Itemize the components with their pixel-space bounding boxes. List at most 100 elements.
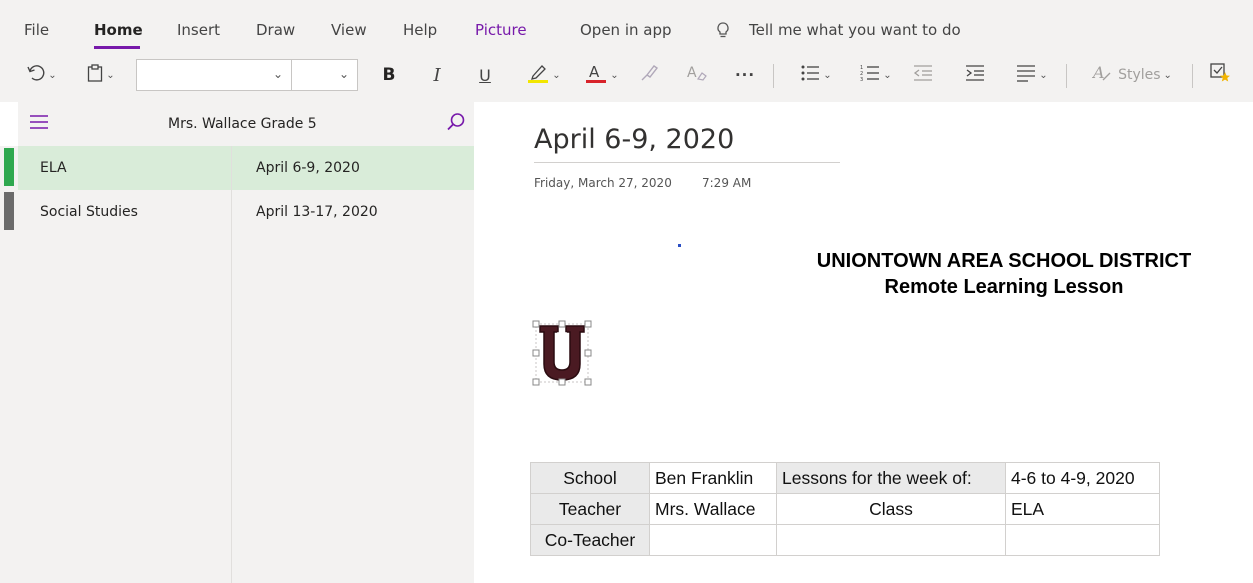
sections-list: ELA Social Studies <box>18 146 232 583</box>
active-tab-indicator <box>94 46 140 49</box>
table-cell[interactable]: Class <box>776 493 1006 525</box>
styles-button[interactable]: A Styles ⌄ <box>1080 62 1184 88</box>
toolbar-divider <box>773 64 774 88</box>
chevron-down-icon: ⌄ <box>1039 69 1048 81</box>
table-row: Teacher Mrs. Wallace Class ELA <box>530 493 1160 525</box>
svg-text:A: A <box>687 65 697 81</box>
lesson-subtitle: Remote Learning Lesson <box>884 276 1124 298</box>
title-underline <box>534 162 840 163</box>
page-time: 7:29 AM <box>702 176 752 190</box>
lesson-info-table: School Ben Franklin Lessons for the week… <box>530 462 1160 556</box>
chevron-down-icon: ⌄ <box>48 69 57 81</box>
tab-view[interactable]: View <box>331 21 367 39</box>
table-cell[interactable] <box>1005 524 1160 556</box>
more-options-button[interactable]: ··· <box>730 62 760 88</box>
section-social-studies[interactable]: Social Studies <box>18 190 231 234</box>
document-heading[interactable]: UNIONTOWN AREA SCHOOL DISTRICT Remote Le… <box>760 248 1248 300</box>
section-label: Social Studies <box>40 204 138 220</box>
bold-button[interactable]: B <box>376 62 402 88</box>
table-cell[interactable]: Co-Teacher <box>530 524 650 556</box>
table-cell[interactable]: Mrs. Wallace <box>649 493 777 525</box>
chevron-down-icon: ⌄ <box>338 67 349 81</box>
tag-star-icon <box>1210 63 1232 87</box>
chevron-down-icon: ⌄ <box>106 69 115 81</box>
school-logo-image[interactable] <box>532 320 592 386</box>
font-size-select[interactable]: ⌄ <box>292 59 358 91</box>
hamburger-menu-icon[interactable] <box>30 114 48 133</box>
section-color-ela <box>4 148 14 186</box>
open-in-app-button[interactable]: Open in app <box>580 21 672 39</box>
align-left-icon <box>1016 64 1036 86</box>
tab-draw[interactable]: Draw <box>256 21 295 39</box>
tab-help[interactable]: Help <box>403 21 437 39</box>
paste-button[interactable]: ⌄ <box>78 62 124 88</box>
undo-button[interactable]: ⌄ <box>20 62 64 88</box>
tab-picture[interactable]: Picture <box>475 21 527 39</box>
tab-file[interactable]: File <box>24 21 49 39</box>
bullet-list-icon <box>800 64 820 86</box>
section-label: ELA <box>40 160 67 176</box>
page-label: April 6-9, 2020 <box>256 160 360 176</box>
align-button[interactable]: ⌄ <box>1008 62 1056 88</box>
bullets-button[interactable]: ⌄ <box>792 62 840 88</box>
toolbar-divider <box>1192 64 1193 88</box>
lightbulb-icon <box>716 22 730 44</box>
page-title[interactable]: April 6-9, 2020 <box>534 124 734 155</box>
undo-icon <box>27 65 45 85</box>
page-april-13-17[interactable]: April 13-17, 2020 <box>232 190 474 234</box>
table-cell[interactable]: 4-6 to 4-9, 2020 <box>1005 462 1160 494</box>
district-name: UNIONTOWN AREA SCHOOL DISTRICT <box>816 250 1192 272</box>
svg-text:3: 3 <box>860 77 863 82</box>
table-cell[interactable]: Ben Franklin <box>649 462 777 494</box>
svg-text:A: A <box>589 63 600 81</box>
numbered-list-icon: 123 <box>860 64 880 86</box>
styles-icon: A <box>1091 63 1112 87</box>
pages-list: April 6-9, 2020 April 13-17, 2020 <box>232 146 474 583</box>
italic-button[interactable]: I <box>424 62 450 88</box>
tab-insert[interactable]: Insert <box>177 21 220 39</box>
search-icon[interactable] <box>446 112 466 136</box>
table-cell[interactable]: ELA <box>1005 493 1160 525</box>
increase-indent-button[interactable] <box>962 62 988 88</box>
section-ela[interactable]: ELA <box>18 146 231 190</box>
format-painter-button[interactable] <box>636 62 662 88</box>
table-cell[interactable] <box>776 524 1006 556</box>
cursor-dot <box>678 244 681 247</box>
chevron-down-icon: ⌄ <box>883 69 892 81</box>
decrease-indent-button[interactable] <box>910 62 936 88</box>
font-color-icon: A <box>585 62 607 88</box>
section-color-social-studies <box>4 192 14 230</box>
styles-label: Styles <box>1118 67 1161 83</box>
page-label: April 13-17, 2020 <box>256 204 378 220</box>
page-april-6-9[interactable]: April 6-9, 2020 <box>232 146 474 190</box>
underline-button[interactable]: U <box>472 62 498 88</box>
svg-text:A: A <box>1092 63 1105 82</box>
navigation-header: Mrs. Wallace Grade 5 <box>18 102 474 146</box>
notebook-title[interactable]: Mrs. Wallace Grade 5 <box>168 116 317 132</box>
table-row: School Ben Franklin Lessons for the week… <box>530 462 1160 494</box>
table-row: Co-Teacher <box>530 524 1160 556</box>
chevron-down-icon: ⌄ <box>272 67 283 81</box>
decrease-indent-icon <box>913 64 933 86</box>
ribbon-toolbar: ⌄ ⌄ ⌄ ⌄ B I U ⌄ A ⌄ A ··· ⌄ 1 2 3 ⌄ ⌄ A Sty <box>0 50 1253 102</box>
numbering-button[interactable]: 1 2 3 ⌄ <box>852 62 900 88</box>
font-family-select[interactable]: ⌄ <box>136 59 292 91</box>
table-cell[interactable]: School <box>530 462 650 494</box>
tab-home[interactable]: Home <box>94 21 143 39</box>
clear-formatting-button[interactable]: A <box>684 62 710 88</box>
table-cell[interactable] <box>649 524 777 556</box>
font-color-button[interactable]: A ⌄ <box>578 62 626 88</box>
tell-me-search[interactable]: Tell me what you want to do <box>749 21 961 39</box>
table-cell[interactable]: Lessons for the week of: <box>776 462 1006 494</box>
clipboard-icon <box>87 64 103 86</box>
tag-button[interactable] <box>1206 62 1236 88</box>
increase-indent-icon <box>965 64 985 86</box>
toolbar-divider <box>1066 64 1067 88</box>
chevron-down-icon: ⌄ <box>823 69 832 81</box>
highlighter-icon <box>527 62 549 88</box>
chevron-down-icon: ⌄ <box>1163 69 1172 81</box>
chevron-down-icon: ⌄ <box>610 69 619 81</box>
table-cell[interactable]: Teacher <box>530 493 650 525</box>
clear-formatting-icon: A <box>686 63 708 87</box>
highlight-button[interactable]: ⌄ <box>520 62 568 88</box>
